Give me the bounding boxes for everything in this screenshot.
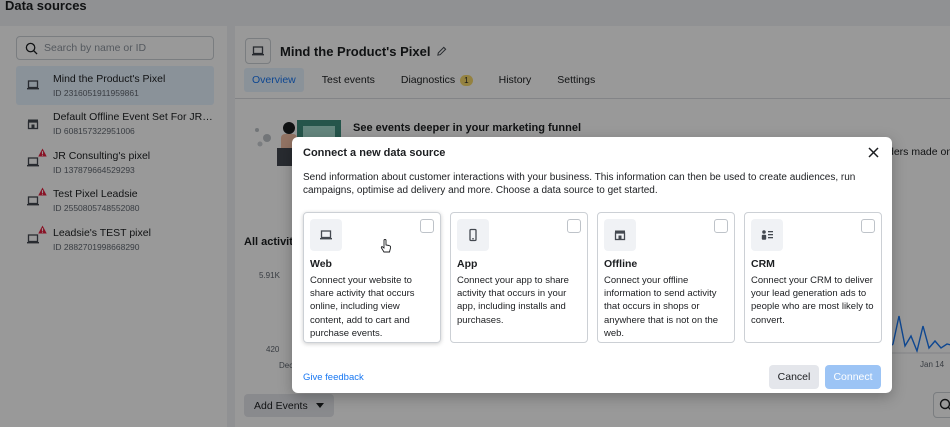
option-icon-box — [604, 219, 636, 251]
dialog-title: Connect a new data source — [303, 147, 446, 159]
dialog-description: Send information about customer interact… — [303, 172, 856, 196]
option-card-offline[interactable]: Offline Connect your offline information… — [597, 212, 735, 343]
option-title: App — [457, 258, 478, 270]
option-card-app[interactable]: App Connect your app to share activity t… — [450, 212, 588, 343]
people-icon — [761, 230, 773, 240]
connect-data-source-dialog: Connect a new data source Send informati… — [292, 137, 892, 393]
option-title: CRM — [751, 258, 775, 270]
option-description: Connect your offline information to send… — [604, 275, 719, 339]
mobile-icon — [469, 228, 477, 242]
option-title: Offline — [604, 258, 638, 270]
hand-pointer-icon — [380, 239, 392, 253]
option-icon-box — [751, 219, 783, 251]
option-description: Connect your CRM to deliver your lead ge… — [751, 275, 874, 326]
option-icon-box — [457, 219, 489, 251]
laptop-icon — [320, 230, 332, 240]
option-description: Connect your app to share activity that … — [457, 275, 569, 326]
option-checkbox[interactable] — [861, 219, 875, 233]
data-source-options: Web Connect your website to share activi… — [303, 212, 891, 343]
option-checkbox[interactable] — [567, 219, 581, 233]
close-button[interactable] — [866, 145, 880, 159]
option-title: Web — [310, 258, 332, 270]
option-card-crm[interactable]: CRM Connect your CRM to deliver your lea… — [744, 212, 882, 343]
option-card-web[interactable]: Web Connect your website to share activi… — [303, 212, 441, 343]
give-feedback-link[interactable]: Give feedback — [303, 372, 364, 383]
cancel-button[interactable]: Cancel — [769, 365, 819, 389]
option-checkbox[interactable] — [420, 219, 434, 233]
option-checkbox[interactable] — [714, 219, 728, 233]
option-icon-box — [310, 219, 342, 251]
connect-button[interactable]: Connect — [825, 365, 881, 389]
option-description: Connect your website to share activity t… — [310, 275, 415, 339]
store-icon — [614, 230, 626, 241]
close-icon — [867, 146, 879, 158]
